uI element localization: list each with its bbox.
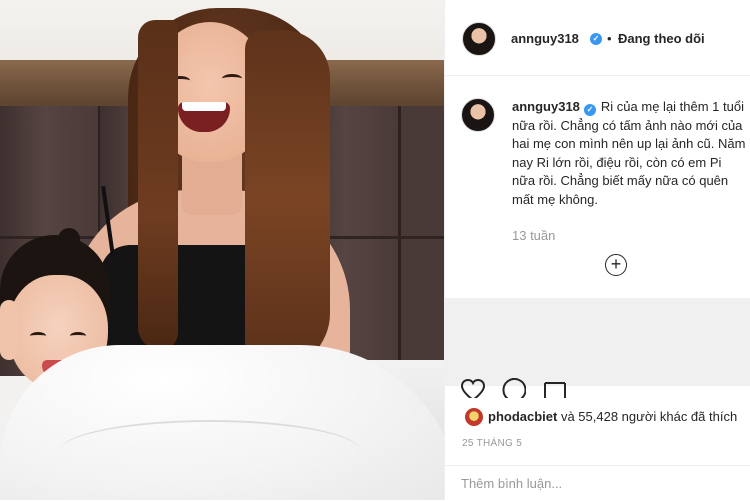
post-date[interactable]: 25 THÁNG 5 [462, 438, 522, 449]
heart-icon[interactable] [460, 378, 486, 398]
caption-username[interactable]: annguy318 [512, 99, 580, 114]
liker-avatar[interactable] [465, 408, 483, 426]
comments-area [444, 298, 750, 386]
post-sidebar: annguy318 ✓ • Đang theo dõi [444, 0, 750, 500]
caption-time[interactable]: 13 tuần [512, 228, 555, 243]
caption-text: Ri của mẹ lại thêm 1 tuổi nữa rồi. Chẳng… [512, 99, 746, 207]
verified-badge-icon: ✓ [590, 33, 602, 45]
instagram-post: annguy318 ✓ • Đang theo dõi annguy318 ✓ Ri… [0, 0, 750, 500]
comment-bar [444, 465, 750, 501]
share-icon[interactable] [542, 378, 568, 398]
caption-avatar[interactable] [461, 98, 495, 132]
author-avatar[interactable] [462, 22, 496, 56]
duvet-fold [60, 420, 360, 482]
action-bar [444, 378, 750, 398]
comment-icon[interactable] [500, 378, 526, 398]
following-button[interactable]: Đang theo dõi [618, 31, 705, 46]
caption-block: annguy318 ✓ Ri của mẹ lại thêm 1 tuổi nữa … [512, 98, 748, 209]
woman-hair-right [245, 30, 330, 370]
liker-username[interactable]: phodacbiet [488, 409, 557, 424]
baby-eye [30, 332, 46, 340]
baby-eye [70, 332, 86, 340]
post-header: annguy318 ✓ • Đang theo dõi [445, 0, 750, 76]
comment-input[interactable] [461, 476, 741, 491]
baby-hair-bun [58, 228, 80, 250]
verified-badge-icon: ✓ [583, 104, 596, 116]
post-photo[interactable] [0, 0, 444, 500]
plus-circle-icon: + [610, 254, 622, 274]
baby-arm [0, 300, 18, 360]
separator-dot: • [607, 31, 612, 46]
load-more-comments-button[interactable]: + [605, 254, 627, 276]
likes-count-text: và 55,428 người khác đã thích [557, 409, 738, 424]
woman-eye [222, 74, 242, 83]
author-username[interactable]: annguy318 [511, 31, 579, 46]
woman-hair-left [138, 20, 178, 350]
likes-summary[interactable]: phodacbiet và 55,428 người khác đã thích [488, 409, 737, 424]
